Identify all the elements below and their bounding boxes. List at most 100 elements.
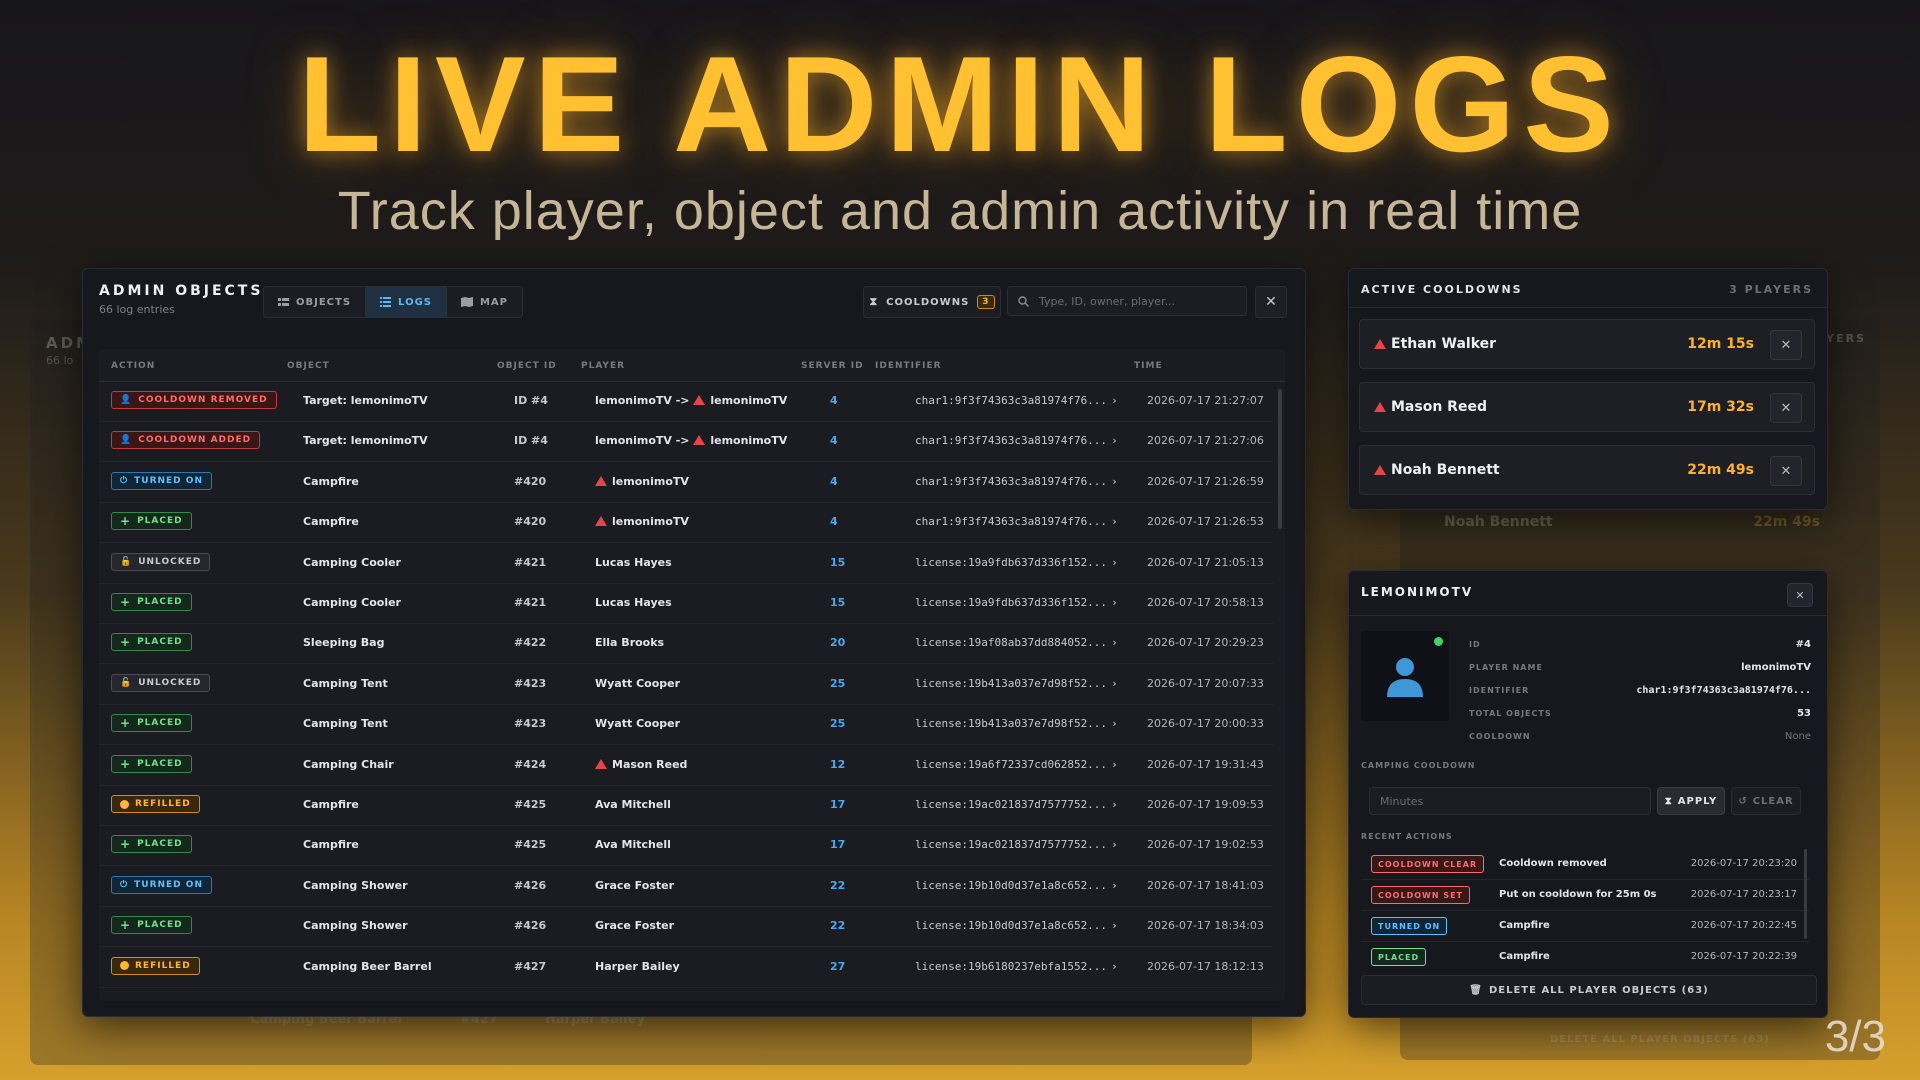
recent-action-text: Campfire: [1499, 951, 1550, 962]
identifier-cell[interactable]: license:19b10d0d37e1a8c652... ›: [915, 879, 1118, 892]
recent-actions-scrollbar[interactable]: [1804, 849, 1807, 939]
server-id: 4: [830, 434, 838, 448]
player-cell[interactable]: Ava Mitchell: [595, 798, 671, 811]
refill-icon: [120, 961, 129, 971]
player-cell[interactable]: Wyatt Cooper: [595, 717, 680, 730]
panel-title: ADMIN OBJECTS: [99, 283, 264, 299]
table-row[interactable]: + PLACED Campfire #425 Ava Mitchell 17 license…: [99, 825, 1273, 867]
table-row[interactable]: REFILLED Campfire #425 Ava Mitchell 17 licens…: [99, 785, 1273, 826]
identifier-cell[interactable]: license:19a9fdb637d336f152... ›: [915, 596, 1118, 609]
info-value: #4: [1795, 639, 1811, 650]
player-cell[interactable]: Lucas Hayes: [595, 596, 672, 609]
col-identifier: IDENTIFIER: [875, 361, 942, 371]
player-cell[interactable]: lemonimoTV: [595, 515, 689, 528]
player-cell[interactable]: Ella Brooks: [595, 636, 664, 649]
cooldown-player-name: Ethan Walker: [1374, 336, 1496, 352]
server-id: 20: [830, 636, 846, 650]
minutes-input[interactable]: [1369, 787, 1651, 815]
cooldown-row: Mason Reed 17m 32s ✕: [1359, 382, 1815, 432]
player-cell[interactable]: Harper Bailey: [595, 960, 680, 973]
player-cell[interactable]: lemonimoTV -> lemonimoTV: [595, 434, 787, 447]
identifier-cell[interactable]: license:19ac021837d7577752... ›: [915, 838, 1118, 851]
col-time: TIME: [1134, 361, 1163, 371]
player-cell[interactable]: Ava Mitchell: [595, 838, 671, 851]
table-row[interactable]: + PLACED Campfire #420 lemonimoTV 4 char1:9f3f…: [99, 502, 1273, 544]
remove-cooldown-button[interactable]: ✕: [1770, 456, 1802, 486]
table-row[interactable]: 🔓 UNLOCKED Camping Cooler #421 Lucas Hayes 15…: [99, 543, 1273, 584]
cooldown-row: Noah Bennett 22m 49s ✕: [1359, 445, 1815, 495]
tab-logs[interactable]: LOGS: [366, 287, 447, 317]
chevron-right-icon: ›: [1111, 757, 1118, 771]
recent-action-text: Put on cooldown for 25m 0s: [1499, 889, 1657, 900]
plus-icon: +: [120, 716, 132, 731]
col-action: ACTION: [111, 361, 156, 371]
server-id: 25: [830, 717, 846, 731]
object-name: Campfire: [303, 515, 359, 529]
warning-icon: [693, 395, 706, 405]
identifier-cell[interactable]: char1:9f3f74363c3a81974f76... ›: [915, 475, 1118, 488]
player-name: Ava Mitchell: [595, 798, 671, 811]
time: 2026-07-17 18:12:13: [1147, 959, 1264, 973]
player-close-button[interactable]: ✕: [1787, 583, 1813, 607]
table-row[interactable]: + PLACED Camping Chair #424 Mason Reed 12 lice…: [99, 745, 1273, 786]
table-scrollbar[interactable]: [1278, 389, 1282, 529]
search-box: [1007, 286, 1247, 316]
player-cell[interactable]: Wyatt Cooper: [595, 677, 680, 690]
table-row[interactable]: REFILLED Camping Beer Barrel #427 Harper Ba…: [99, 947, 1273, 988]
identifier-cell[interactable]: license:19b413a037e7d98f52... ›: [915, 717, 1118, 730]
identifier-cell[interactable]: license:19b413a037e7d98f52... ›: [915, 677, 1118, 690]
player-name: Harper Bailey: [595, 959, 680, 973]
action-badge: + PLACED: [111, 916, 192, 935]
server-id: 4: [830, 474, 838, 488]
player-cell[interactable]: Mason Reed: [595, 758, 687, 771]
player-name: lemonimoTV ->: [595, 394, 690, 407]
action-label: REFILLED: [135, 960, 191, 971]
table-row[interactable]: ⏻ TURNED ON Camping Shower #426 Grace Foster…: [99, 866, 1273, 907]
player-cell[interactable]: Lucas Hayes: [595, 556, 672, 569]
player-cell[interactable]: Grace Foster: [595, 919, 674, 932]
player-cell[interactable]: Grace Foster: [595, 879, 674, 892]
identifier-cell[interactable]: license:19a9fdb637d336f152... ›: [915, 556, 1118, 569]
cooldowns-button[interactable]: ⧗ COOLDOWNS 3: [863, 286, 1001, 318]
table-row[interactable]: 🔓 UNLOCKED Camping Tent #423 Wyatt Cooper 25 l…: [99, 664, 1273, 705]
info-label: ID: [1469, 640, 1481, 649]
identifier-cell[interactable]: char1:9f3f74363c3a81974f76... ›: [915, 434, 1118, 447]
table-row[interactable]: 👤 COOLDOWN ADDED Target: lemonimoTV ID #4 le…: [99, 421, 1273, 463]
identifier-cell[interactable]: license:19b6180237ebfa1552... ›: [915, 960, 1118, 973]
warning-icon: [595, 475, 607, 486]
identifier-cell[interactable]: char1:9f3f74363c3a81974f76... ›: [915, 394, 1118, 407]
remove-cooldown-button[interactable]: ✕: [1770, 393, 1802, 423]
close-button[interactable]: ✕: [1255, 286, 1287, 318]
clear-label: CLEAR: [1752, 795, 1794, 807]
identifier-cell[interactable]: license:19a6f72337cd062852... ›: [915, 758, 1118, 771]
identifier-cell[interactable]: license:19af08ab37dd884052... ›: [915, 636, 1118, 649]
table-row[interactable]: + PLACED Camping Tent #423 Wyatt Cooper 25 lic…: [99, 704, 1273, 746]
tab-map[interactable]: MAP: [446, 287, 523, 317]
table-row[interactable]: 👤 COOLDOWN REMOVED Target: lemonimoTV ID #4…: [99, 381, 1273, 422]
active-cooldowns-panel: ACTIVE COOLDOWNS 3 PLAYERS Ethan Walker 1…: [1348, 268, 1828, 510]
clear-button[interactable]: ↺ CLEAR: [1731, 787, 1801, 815]
object-id: #427: [514, 959, 547, 973]
identifier-cell[interactable]: char1:9f3f74363c3a81974f76... ›: [915, 515, 1118, 528]
identifier-cell[interactable]: license:19b10d0d37e1a8c652... ›: [915, 919, 1118, 932]
search-icon: [1018, 295, 1029, 307]
apply-button[interactable]: ⧗ APPLY: [1657, 787, 1725, 815]
remove-cooldown-button[interactable]: ✕: [1770, 330, 1802, 360]
delete-all-objects-button[interactable]: 🗑 DELETE ALL PLAYER OBJECTS (63): [1361, 975, 1817, 1005]
recent-action-time: 2026-07-17 20:23:17: [1690, 889, 1797, 900]
action-label: TURNED ON: [134, 879, 203, 890]
search-input[interactable]: [1037, 293, 1231, 309]
tab-objects[interactable]: OBJECTS: [264, 287, 367, 317]
object-id: ID #4: [514, 434, 548, 448]
table-row[interactable]: ⏻ TURNED ON Campfire #420 lemonimoTV 4 char1:9…: [99, 462, 1273, 503]
info-value: lemonimoTV: [1741, 662, 1811, 673]
ghost-left-sub: 66 lo: [46, 354, 74, 367]
table-row[interactable]: + PLACED Sleeping Bag #422 Ella Brooks 20 lice…: [99, 623, 1273, 665]
table-row[interactable]: + PLACED Camping Cooler #421 Lucas Hayes 15 li…: [99, 583, 1273, 624]
identifier-cell[interactable]: license:19ac021837d7577752... ›: [915, 798, 1118, 811]
table-row[interactable]: + PLACED Camping Shower #426 Grace Foster 22 l…: [99, 906, 1273, 948]
player-cell[interactable]: lemonimoTV: [595, 475, 689, 488]
info-value[interactable]: char1:9f3f74363c3a81974f76...: [1636, 685, 1811, 696]
player-cell[interactable]: lemonimoTV -> lemonimoTV: [595, 394, 787, 407]
time: 2026-07-17 21:27:07: [1147, 394, 1264, 407]
